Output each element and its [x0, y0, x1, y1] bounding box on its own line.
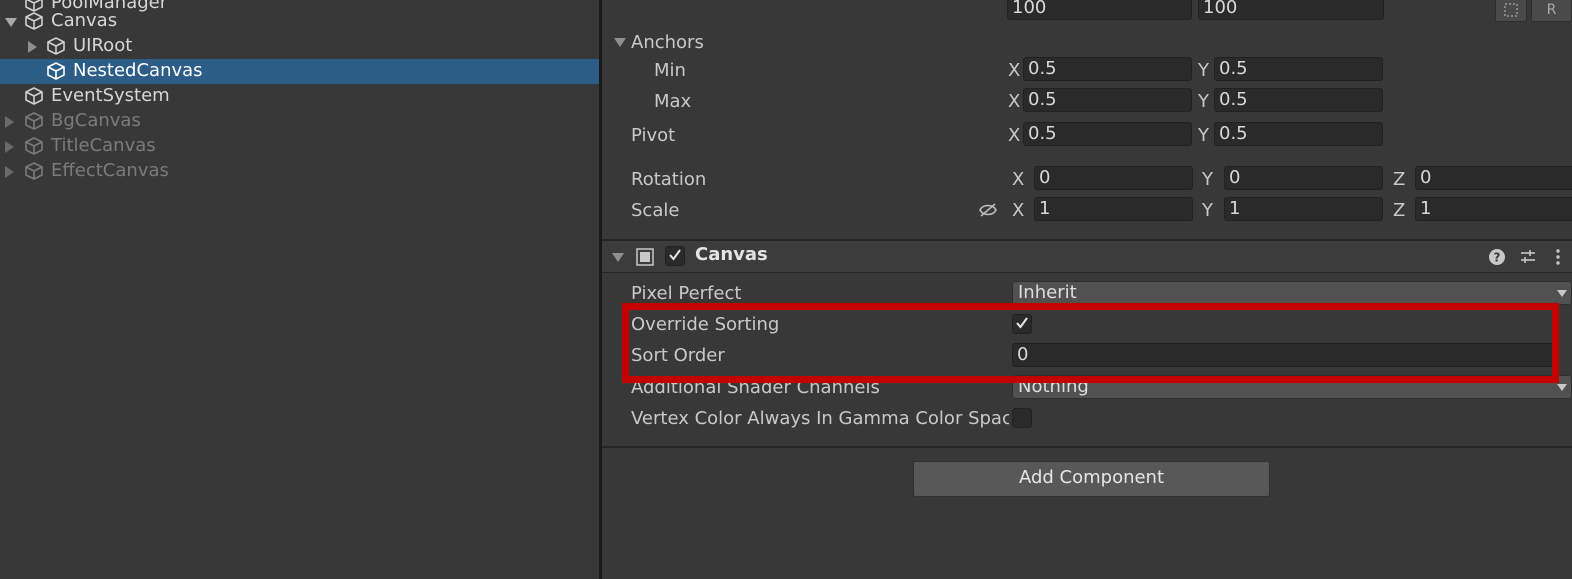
collapsed-arrow-icon[interactable]	[5, 116, 14, 128]
sort-order-label: Sort Order	[631, 345, 725, 366]
hierarchy-item[interactable]: EventSystem	[0, 84, 599, 109]
hierarchy-item-label: Canvas	[51, 10, 118, 31]
canvas-enabled-checkbox[interactable]	[665, 246, 685, 266]
pixel-perfect-label: Pixel Perfect	[631, 283, 742, 304]
override-sorting-checkbox[interactable]	[1012, 314, 1032, 334]
scale-z-field[interactable]: 1	[1415, 197, 1572, 221]
additional-shader-channels-label: Additional Shader Channels	[631, 377, 880, 398]
anchor-max-label: Max	[654, 91, 692, 112]
collapsed-arrow-icon[interactable]	[5, 166, 14, 178]
header-separator	[602, 272, 1572, 273]
hierarchy-item-label: TitleCanvas	[51, 135, 156, 156]
anchor-max-x-axis[interactable]: X	[1008, 91, 1020, 112]
canvas-foldout-icon[interactable]	[612, 253, 624, 262]
constrain-proportions-icon[interactable]	[977, 201, 999, 219]
gameobject-cube-icon	[25, 112, 43, 130]
anchor-min-label: Min	[654, 60, 686, 81]
pivot-x-field[interactable]: 0.5	[1023, 122, 1192, 146]
gameobject-cube-icon	[25, 137, 43, 155]
anchor-max-y-field[interactable]: 0.5	[1214, 88, 1383, 112]
gameobject-cube-icon	[25, 12, 43, 30]
context-menu-icon[interactable]	[1554, 248, 1562, 266]
anchors-label[interactable]: Anchors	[631, 32, 704, 53]
hierarchy-item-label: NestedCanvas	[73, 60, 203, 81]
checkmark-icon	[669, 249, 681, 261]
checkmark-icon	[1016, 317, 1028, 329]
hierarchy-panel: PoolManager Canvas UIRoot NestedCanvas Event…	[0, 0, 599, 579]
add-component-button[interactable]: Add Component	[913, 461, 1270, 497]
scale-label: Scale	[631, 200, 680, 221]
gameobject-cube-icon	[25, 87, 43, 105]
scale-x-field[interactable]: 1	[1034, 197, 1193, 221]
rotation-x-field[interactable]: 0	[1034, 166, 1193, 190]
collapsed-arrow-icon[interactable]	[5, 141, 14, 153]
hierarchy-item[interactable]: BgCanvas	[0, 109, 599, 134]
pixel-perfect-value: Inherit	[1018, 282, 1077, 303]
blueprint-mode-button[interactable]	[1495, 0, 1527, 22]
presets-icon[interactable]	[1519, 248, 1537, 266]
hierarchy-item[interactable]: EffectCanvas	[0, 159, 599, 184]
gameobject-cube-icon	[25, 162, 43, 180]
hierarchy-item[interactable]: UIRoot	[0, 34, 599, 59]
rotation-label: Rotation	[631, 169, 707, 190]
anchor-min-x-axis[interactable]: X	[1008, 60, 1020, 81]
hierarchy-item-label: UIRoot	[73, 35, 133, 56]
dropdown-arrow-icon	[1557, 384, 1567, 391]
rotation-x-axis[interactable]: X	[1012, 169, 1024, 190]
anchor-max-y-axis[interactable]: Y	[1198, 91, 1209, 112]
scale-x-axis[interactable]: X	[1012, 200, 1024, 221]
pivot-x-axis[interactable]: X	[1008, 125, 1020, 146]
anchors-foldout-icon[interactable]	[614, 38, 626, 47]
hierarchy-item[interactable]: Canvas	[0, 9, 599, 34]
blueprint-icon	[1504, 3, 1518, 17]
rotation-z-field[interactable]: 0	[1415, 166, 1572, 190]
height-field[interactable]: 100	[1198, 0, 1384, 20]
canvas-component-icon	[636, 248, 654, 266]
override-sorting-label: Override Sorting	[631, 314, 780, 335]
dropdown-arrow-icon	[1557, 290, 1567, 297]
gameobject-cube-icon	[47, 62, 65, 80]
sort-order-field[interactable]: 0	[1012, 343, 1559, 367]
collapsed-arrow-icon[interactable]	[28, 41, 37, 53]
inspector-panel: 100 100 R Anchors Min X 0.5 Y 0.5 Max X …	[602, 0, 1572, 579]
rotation-y-field[interactable]: 0	[1224, 166, 1383, 190]
pivot-label: Pivot	[631, 125, 676, 146]
raw-edit-button[interactable]: R	[1531, 0, 1572, 22]
pivot-y-axis[interactable]: Y	[1198, 125, 1209, 146]
expanded-arrow-icon[interactable]	[5, 18, 17, 27]
rotation-y-axis[interactable]: Y	[1202, 169, 1213, 190]
additional-shader-channels-value: Nothing	[1018, 376, 1089, 397]
width-field[interactable]: 100	[1007, 0, 1192, 20]
anchor-max-x-field[interactable]: 0.5	[1023, 88, 1192, 112]
anchor-min-x-field[interactable]: 0.5	[1023, 57, 1192, 81]
hierarchy-item-label: EffectCanvas	[51, 160, 169, 181]
hierarchy-item-label: EventSystem	[51, 85, 170, 106]
svg-text:?: ?	[1494, 251, 1501, 265]
canvas-component-header[interactable]: Canvas ?	[602, 241, 1572, 272]
pivot-y-field[interactable]: 0.5	[1214, 122, 1383, 146]
help-icon[interactable]: ?	[1488, 248, 1506, 266]
gameobject-cube-icon	[47, 37, 65, 55]
vertex-color-gamma-checkbox[interactable]	[1012, 408, 1032, 428]
anchor-min-y-axis[interactable]: Y	[1198, 60, 1209, 81]
hierarchy-item[interactable]: NestedCanvas	[0, 59, 599, 84]
anchor-min-y-field[interactable]: 0.5	[1214, 57, 1383, 81]
rotation-z-axis[interactable]: Z	[1393, 169, 1405, 190]
canvas-component-title: Canvas	[695, 244, 768, 265]
hierarchy-item-label: BgCanvas	[51, 110, 141, 131]
additional-shader-channels-dropdown[interactable]: Nothing	[1012, 375, 1572, 399]
vertex-color-gamma-label: Vertex Color Always In Gamma Color Space	[631, 408, 1009, 429]
scale-z-axis[interactable]: Z	[1393, 200, 1405, 221]
bottom-separator	[602, 446, 1572, 448]
hierarchy-item[interactable]: TitleCanvas	[0, 134, 599, 159]
scale-y-field[interactable]: 1	[1224, 197, 1383, 221]
pixel-perfect-dropdown[interactable]: Inherit	[1012, 281, 1572, 305]
scale-y-axis[interactable]: Y	[1202, 200, 1213, 221]
